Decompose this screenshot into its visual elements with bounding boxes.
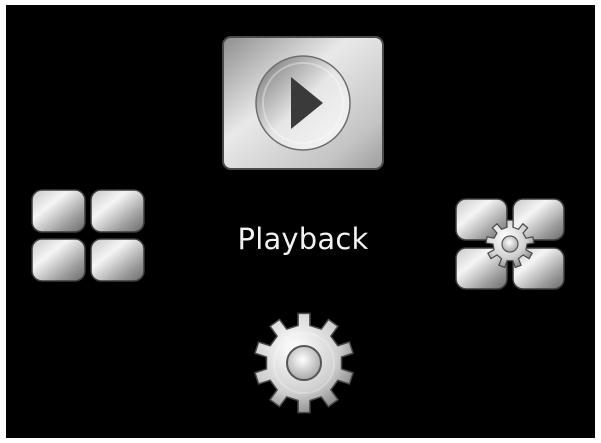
settings-button[interactable] [250,311,358,415]
playback-button[interactable] [221,35,385,171]
selected-menu-label: Playback [237,222,369,256]
multiview-button[interactable] [30,188,146,283]
grid-icon [31,189,145,282]
gear-icon [254,312,354,414]
play-icon [222,36,384,170]
setup-button[interactable] [454,197,566,291]
menu-screen: Playback [6,5,595,438]
grid-gear-icon [455,198,565,290]
